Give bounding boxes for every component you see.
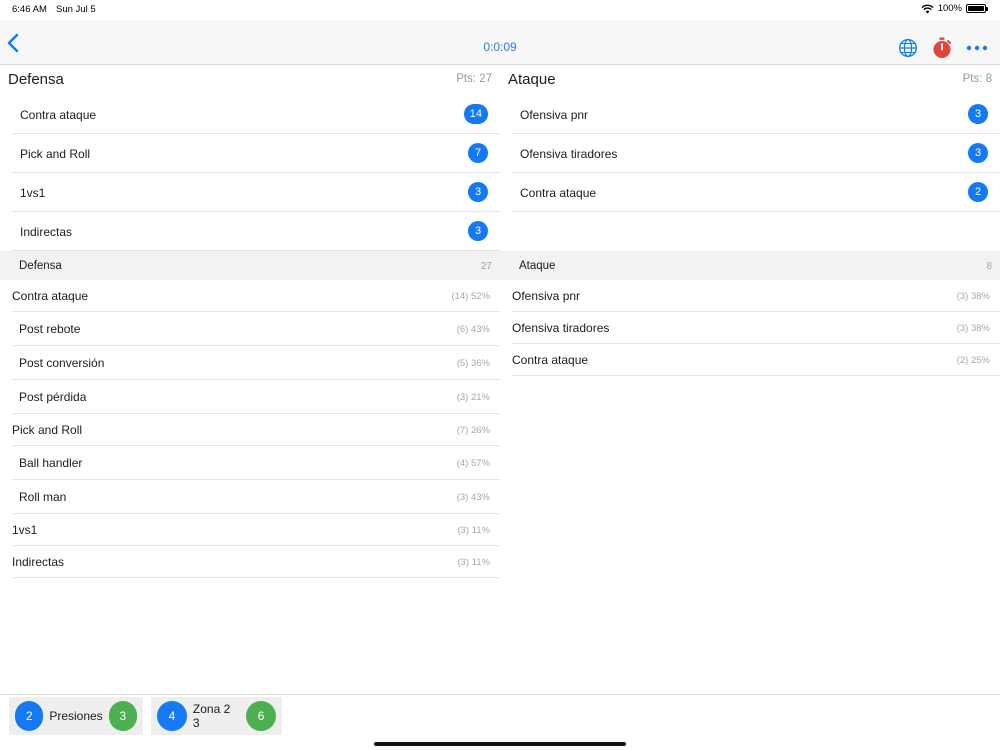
stat-row: Indirectas (3) 11%	[12, 546, 500, 578]
section-label: Defensa	[19, 260, 62, 272]
stat-label: Ofensiva pnr	[512, 289, 581, 303]
stat-label: Indirectas	[12, 555, 65, 569]
stat-value: (3) 43%	[456, 492, 490, 503]
stat-row: Post conversión (5) 36%	[12, 346, 500, 380]
stat-label: Contra ataque	[12, 289, 89, 303]
stat-value: (3) 21%	[456, 392, 490, 403]
stat-value: (4) 57%	[456, 458, 490, 469]
attack-points: Pts: 8	[962, 73, 992, 85]
status-bar: 6:46 AM Sun Jul 5 100%	[0, 0, 1000, 20]
stat-value: (2) 25%	[956, 355, 990, 366]
stat-label: Ofensiva tiradores	[512, 321, 610, 335]
nav-actions	[898, 37, 988, 59]
chip-left-count[interactable]: 2	[15, 701, 44, 731]
bottom-bar: 2 Presiones 3 4 Zona 2 3 6	[0, 694, 1000, 750]
ellipsis-icon[interactable]	[966, 45, 988, 51]
stat-label: Pick and Roll	[12, 423, 83, 437]
count-row[interactable]: Contra ataque 2	[512, 173, 1000, 212]
game-timer: 0:0:09	[483, 40, 517, 54]
stat-value: (5) 36%	[456, 358, 490, 369]
chip-zona-2-3[interactable]: 4 Zona 2 3 6	[151, 697, 282, 735]
count-row[interactable]: Indirectas 3	[12, 212, 500, 251]
count-label: Pick and Roll	[20, 147, 91, 161]
battery-icon	[966, 4, 988, 13]
chip-name: Presiones	[49, 709, 103, 723]
attack-count-list: Ofensiva pnr 3 Ofensiva tiradores 3 Cont…	[500, 95, 1000, 212]
home-indicator[interactable]	[374, 742, 626, 746]
defense-title: Defensa	[8, 71, 64, 88]
stat-value: (3) 38%	[956, 291, 990, 302]
defense-panel: Defensa Pts: 27 Contra ataque 14 Pick an…	[0, 65, 500, 578]
count-badge: 7	[468, 143, 488, 163]
attack-header: Ataque Pts: 8	[500, 65, 1000, 95]
attack-panel: Ataque Pts: 8 Ofensiva pnr 3 Ofensiva ti…	[500, 65, 1000, 376]
navigation-bar: 0:0:09	[0, 20, 1000, 65]
stat-row: Post pérdida (3) 21%	[12, 380, 500, 414]
attack-title: Ataque	[508, 71, 556, 88]
section-total: 27	[480, 261, 492, 272]
stat-label: 1vs1	[12, 523, 38, 537]
chip-name: Zona 2 3	[192, 702, 231, 730]
defense-header: Defensa Pts: 27	[0, 65, 500, 95]
defense-stat-list: Contra ataque (14) 52% Post rebote (6) 4…	[0, 280, 500, 578]
count-badge: 2	[968, 182, 988, 202]
defense-count-list: Contra ataque 14 Pick and Roll 7 1vs1 3 …	[0, 95, 500, 251]
count-row[interactable]: Ofensiva tiradores 3	[512, 134, 1000, 173]
count-row[interactable]: 1vs1 3	[12, 173, 500, 212]
stat-value: (6) 43%	[456, 324, 490, 335]
stat-label: Post rebote	[19, 322, 81, 336]
count-badge: 3	[468, 221, 488, 241]
globe-icon[interactable]	[898, 38, 918, 58]
attack-section-header: Ataque 8	[500, 251, 1000, 280]
stat-row: Contra ataque (14) 52%	[12, 280, 500, 312]
stat-row: Post rebote (6) 43%	[12, 312, 500, 346]
section-label: Ataque	[519, 260, 556, 272]
count-label: Contra ataque	[520, 186, 597, 200]
status-time: 6:46 AM	[12, 4, 47, 15]
section-total: 8	[986, 261, 992, 272]
stat-value: (3) 11%	[457, 525, 490, 536]
stat-row: Ball handler (4) 57%	[12, 446, 500, 480]
stat-label: Post conversión	[19, 356, 105, 370]
chip-right-count[interactable]: 6	[246, 701, 276, 731]
count-badge: 3	[968, 104, 988, 124]
battery-percent: 100%	[937, 3, 962, 14]
attack-list-spacer	[500, 212, 1000, 251]
stat-label: Contra ataque	[512, 353, 589, 367]
count-badge: 3	[968, 143, 988, 163]
defense-points: Pts: 27	[456, 73, 492, 85]
chip-left-count[interactable]: 4	[157, 701, 187, 731]
status-right: 100%	[921, 3, 988, 14]
count-label: Contra ataque	[20, 108, 97, 122]
count-label: Indirectas	[20, 225, 73, 239]
stat-row: Contra ataque (2) 25%	[512, 344, 1000, 376]
wifi-icon	[921, 4, 934, 13]
chip-right-count[interactable]: 3	[108, 701, 137, 731]
count-badge: 3	[468, 182, 488, 202]
stat-row: Ofensiva tiradores (3) 38%	[512, 312, 1000, 344]
stat-value: (7) 26%	[456, 425, 490, 436]
stat-label: Post pérdida	[19, 390, 87, 404]
stat-row: Pick and Roll (7) 26%	[12, 414, 500, 446]
stat-row: Roll man (3) 43%	[12, 480, 500, 514]
count-row[interactable]: Contra ataque 14	[12, 95, 500, 134]
count-row[interactable]: Ofensiva pnr 3	[512, 95, 1000, 134]
count-label: 1vs1	[20, 186, 46, 200]
stat-value: (14) 52%	[451, 291, 490, 302]
defense-section-header: Defensa 27	[0, 251, 500, 280]
count-label: Ofensiva pnr	[520, 108, 589, 122]
stat-value: (3) 38%	[956, 323, 990, 334]
stat-value: (3) 11%	[457, 557, 490, 568]
stat-label: Roll man	[19, 490, 67, 504]
status-date: Sun Jul 5	[56, 4, 96, 15]
stat-label: Ball handler	[19, 456, 83, 470]
count-badge: 14	[463, 104, 488, 124]
chip-presiones[interactable]: 2 Presiones 3	[9, 697, 143, 735]
attack-stat-list: Ofensiva pnr (3) 38% Ofensiva tiradores …	[500, 280, 1000, 376]
stat-row: 1vs1 (3) 11%	[12, 514, 500, 546]
stopwatch-icon[interactable]	[932, 37, 952, 59]
stat-row: Ofensiva pnr (3) 38%	[512, 280, 1000, 312]
count-label: Ofensiva tiradores	[520, 147, 618, 161]
count-row[interactable]: Pick and Roll 7	[12, 134, 500, 173]
